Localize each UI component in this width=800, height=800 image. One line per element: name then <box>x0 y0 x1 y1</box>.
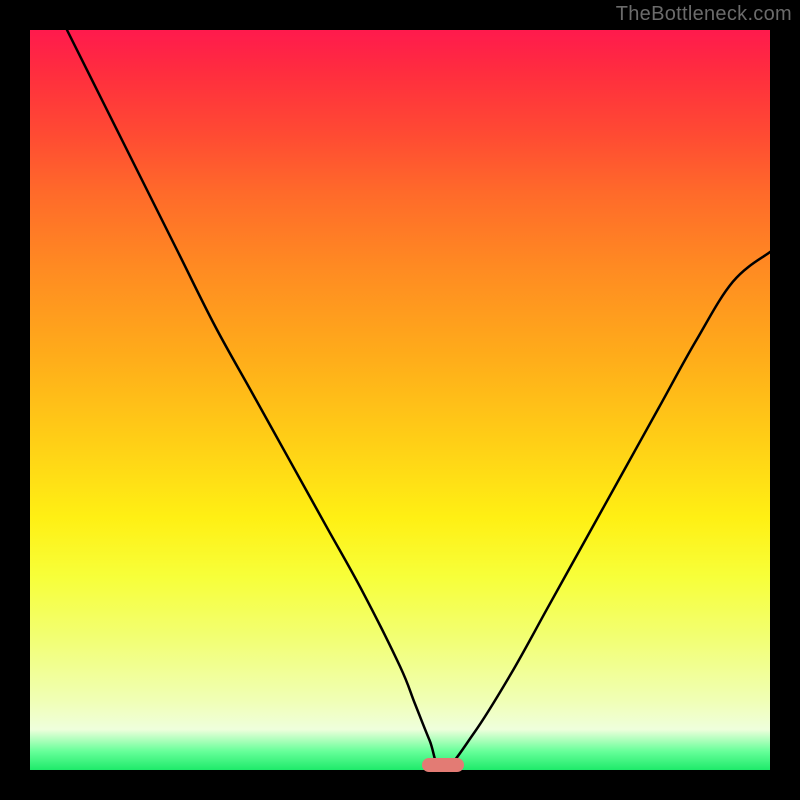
minimum-marker <box>422 758 464 772</box>
plot-area <box>30 30 770 770</box>
chart-frame: TheBottleneck.com <box>0 0 800 800</box>
curve-path <box>67 30 770 770</box>
watermark-text: TheBottleneck.com <box>616 3 792 26</box>
bottleneck-curve <box>30 30 770 770</box>
